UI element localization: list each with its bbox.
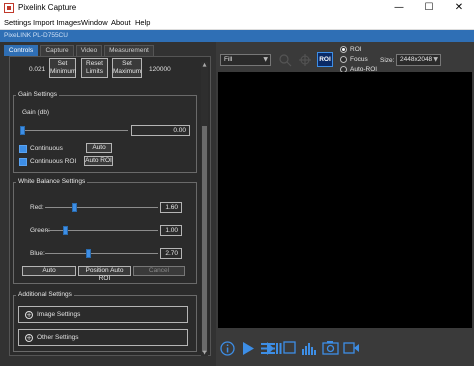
maximize-button[interactable]: ☐ <box>414 0 444 16</box>
gain-slider-track <box>20 130 128 131</box>
continuous-roi-checkbox[interactable] <box>19 158 27 166</box>
reset-limits-button[interactable]: Reset Limits <box>81 58 108 78</box>
camera-preview[interactable] <box>218 72 472 328</box>
blue-label: Blue: <box>30 250 45 257</box>
title-bar: Pixelink Capture — ☐ ✕ <box>0 0 474 16</box>
blue-slider-thumb[interactable] <box>86 249 91 258</box>
set-minimum-button[interactable]: Set Minimum <box>49 58 76 78</box>
video-icon[interactable] <box>343 342 360 354</box>
focus-radio-label: Focus <box>350 56 368 63</box>
tab-controls[interactable]: Controls <box>4 45 38 56</box>
scroll-down-icon[interactable]: ▼ <box>201 350 208 356</box>
tab-capture[interactable]: Capture <box>40 45 74 56</box>
exposure-max-value: 120000 <box>149 66 171 73</box>
menu-bar: Settings Import Images Window About Help <box>0 16 474 30</box>
wb-cancel-button[interactable]: Cancel <box>133 266 185 276</box>
continuous-label: Continuous <box>30 145 63 152</box>
continuous-checkbox[interactable] <box>19 145 27 153</box>
menu-settings[interactable]: Settings <box>4 18 31 27</box>
additional-settings-title: Additional Settings <box>16 291 74 298</box>
continuous-roi-label: Continuous ROI <box>30 158 77 165</box>
white-balance-title: White Balance Settings <box>16 178 88 185</box>
size-dropdown[interactable]: 2448x2048 ▼ <box>396 54 441 66</box>
scrollbar-thumb[interactable] <box>202 126 207 352</box>
zoom-icon[interactable] <box>278 53 292 67</box>
menu-help[interactable]: Help <box>135 18 150 27</box>
red-label: Red: <box>30 204 44 211</box>
other-settings-expander[interactable]: + Other Settings <box>18 329 188 346</box>
wb-auto-button[interactable]: Auto <box>22 266 76 276</box>
camera-icon[interactable] <box>322 340 339 355</box>
image-settings-expander[interactable]: + Image Settings <box>18 306 188 323</box>
tab-video[interactable]: Video <box>76 45 102 56</box>
gain-slider-thumb[interactable] <box>20 126 25 135</box>
scroll-up-icon[interactable]: ▲ <box>201 62 208 68</box>
gain-auto-roi-button[interactable]: Auto ROI <box>84 156 113 166</box>
controls-scrollbar[interactable]: ▲ ▼ <box>201 62 208 356</box>
histogram-icon[interactable] <box>301 340 318 356</box>
device-label: PixeLINK PL-D755CU <box>0 30 474 42</box>
info-icon[interactable] <box>220 341 235 356</box>
close-button[interactable]: ✕ <box>444 0 474 16</box>
chevron-down-icon: ▼ <box>263 56 268 63</box>
roi-radio[interactable] <box>340 46 347 53</box>
menu-window[interactable]: Window <box>81 18 108 27</box>
focus-radio[interactable] <box>340 56 347 63</box>
gain-auto-button[interactable]: Auto <box>86 143 112 153</box>
view-mode-dropdown[interactable]: Fill ▼ <box>220 54 271 66</box>
green-value-field[interactable]: 1.00 <box>160 225 182 236</box>
red-slider-track <box>45 207 158 208</box>
crosshair-icon[interactable] <box>298 53 312 67</box>
menu-import-images[interactable]: Import Images <box>33 18 81 27</box>
expand-plus-icon: + <box>25 334 33 342</box>
image-settings-label: Image Settings <box>37 311 81 318</box>
red-slider-thumb[interactable] <box>72 203 77 212</box>
gain-label: Gain (db) <box>22 109 50 116</box>
chevron-down-icon: ▼ <box>433 56 438 63</box>
size-value: 2448x2048 <box>400 56 433 63</box>
stop-icon[interactable] <box>283 341 296 355</box>
minimize-button[interactable]: — <box>384 0 414 16</box>
tab-measurement[interactable]: Measurement <box>104 45 154 56</box>
set-maximum-button[interactable]: Set Maximum <box>112 58 142 78</box>
play-icon[interactable] <box>241 341 255 356</box>
gain-settings-title: Gain Settings <box>16 91 60 98</box>
blue-value-field[interactable]: 2.70 <box>160 248 182 259</box>
app-icon <box>4 3 14 13</box>
green-slider-track <box>45 230 158 231</box>
play-pause-icon[interactable] <box>266 341 282 356</box>
exposure-value: 0.021 <box>29 66 46 73</box>
window-title: Pixelink Capture <box>18 3 77 12</box>
green-slider-thumb[interactable] <box>63 226 68 235</box>
roi-button[interactable]: ROI <box>317 52 333 67</box>
blue-slider-track <box>45 253 158 254</box>
menu-about[interactable]: About <box>111 18 131 27</box>
other-settings-label: Other Settings <box>37 334 79 341</box>
roi-radio-label: ROI <box>350 46 362 53</box>
view-mode-value: Fill <box>224 56 233 63</box>
expand-plus-icon: + <box>25 311 33 319</box>
red-value-field[interactable]: 1.60 <box>160 202 182 213</box>
position-auto-roi-button[interactable]: Position Auto ROI <box>78 266 131 282</box>
gain-value-field[interactable]: 0.00 <box>131 125 190 136</box>
size-label: Size: <box>380 57 395 64</box>
